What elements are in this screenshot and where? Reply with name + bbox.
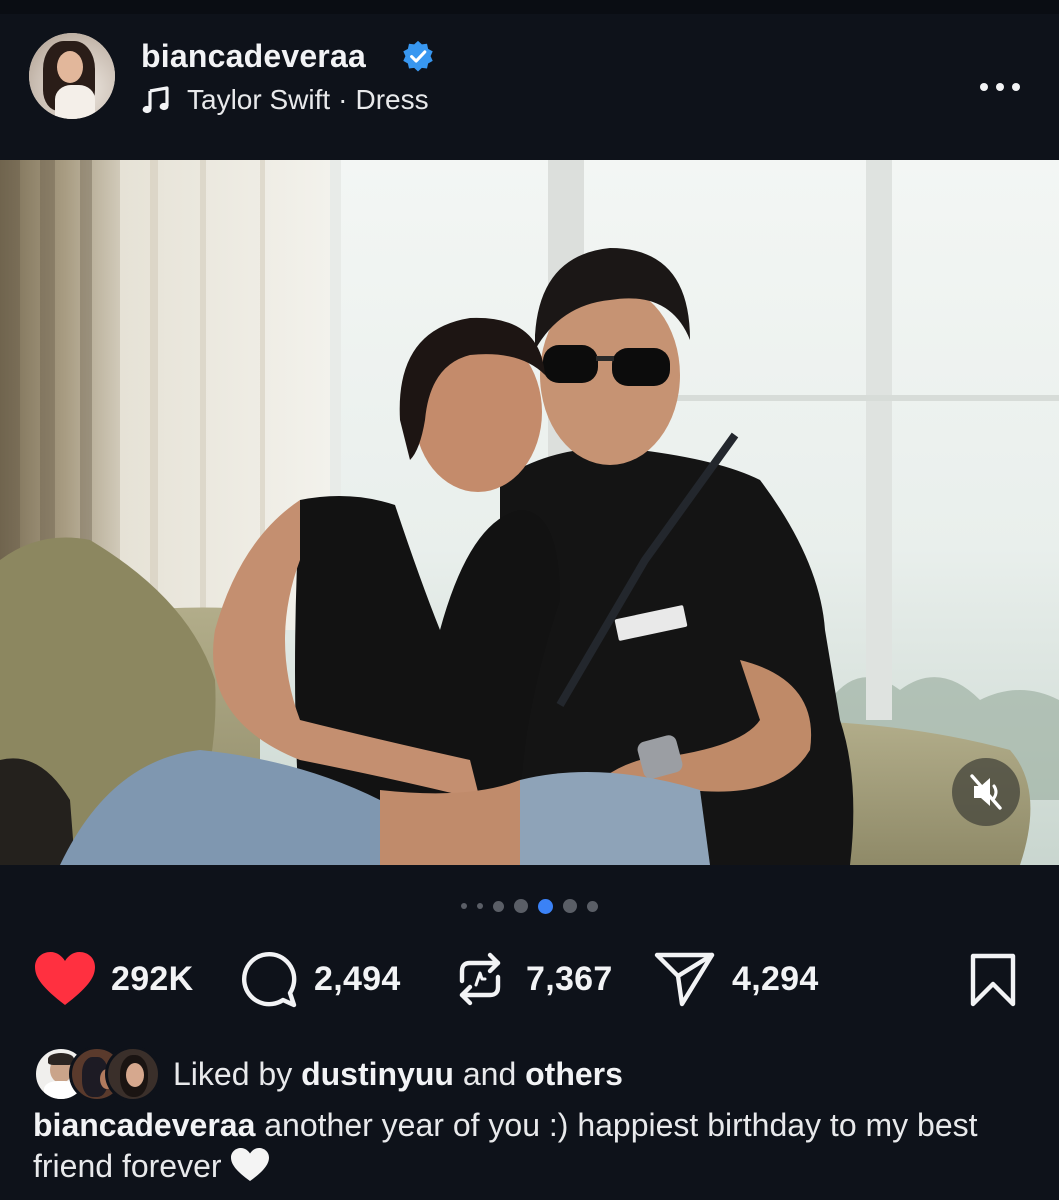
liked-by-others[interactable]: others: [525, 1056, 623, 1092]
comment-button[interactable]: 2,494: [238, 944, 401, 1014]
heart-icon: [35, 952, 95, 1005]
share-button[interactable]: 4,294: [654, 944, 819, 1014]
carousel-indicator: [0, 896, 1059, 916]
more-icon[interactable]: [976, 70, 1024, 104]
carousel-dot: [477, 903, 483, 909]
like-button[interactable]: 292K: [33, 944, 193, 1014]
carousel-dot: [493, 900, 504, 912]
post-photo[interactable]: [0, 160, 1059, 865]
music-song: Dress: [355, 84, 429, 115]
carousel-dot: [587, 900, 598, 912]
liked-by-row[interactable]: Liked by dustinyuu and others: [33, 1046, 623, 1102]
music-artist: Taylor Swift: [187, 84, 331, 115]
carousel-dot: [563, 899, 577, 913]
photo-illustration: [0, 160, 1059, 865]
repost-icon: [459, 952, 501, 1006]
comment-icon: [241, 951, 297, 1008]
verified-badge-icon: [403, 40, 433, 72]
liked-by-text: Liked by dustinyuu and others: [173, 1056, 623, 1093]
status-strip: [0, 0, 1059, 14]
author-username[interactable]: biancadeveraa: [141, 38, 366, 75]
comments-count: 2,494: [314, 959, 401, 998]
post-actions: 292K 2,494 7,367 4,294: [0, 944, 1059, 1014]
mute-toggle[interactable]: [952, 758, 1020, 826]
repost-button[interactable]: 7,367: [452, 944, 613, 1014]
liked-by-prefix: Liked by: [173, 1055, 293, 1092]
carousel-dot: [514, 899, 528, 913]
music-note-icon: [142, 86, 169, 114]
liked-by-conjunction: and: [462, 1055, 517, 1092]
white-heart-icon: [231, 1148, 270, 1181]
reposts-count: 7,367: [526, 959, 613, 998]
carousel-dot: [461, 903, 467, 909]
music-info[interactable]: Taylor Swift · Dress: [141, 82, 429, 118]
likes-count: 292K: [111, 959, 194, 998]
post-caption: biancadeveraa another year of you :) hap…: [33, 1105, 1013, 1187]
music-separator: ·: [338, 84, 348, 115]
author-avatar[interactable]: [29, 33, 115, 119]
mute-icon: [970, 774, 1002, 810]
shares-count: 4,294: [732, 959, 819, 998]
liker-avatar: [105, 1046, 161, 1102]
carousel-dot-active: [538, 898, 553, 914]
liked-by-user[interactable]: dustinyuu: [301, 1056, 454, 1092]
caption-username[interactable]: biancadeveraa: [33, 1107, 255, 1143]
bookmark-icon[interactable]: [966, 953, 1020, 1007]
share-icon: [654, 952, 715, 1007]
